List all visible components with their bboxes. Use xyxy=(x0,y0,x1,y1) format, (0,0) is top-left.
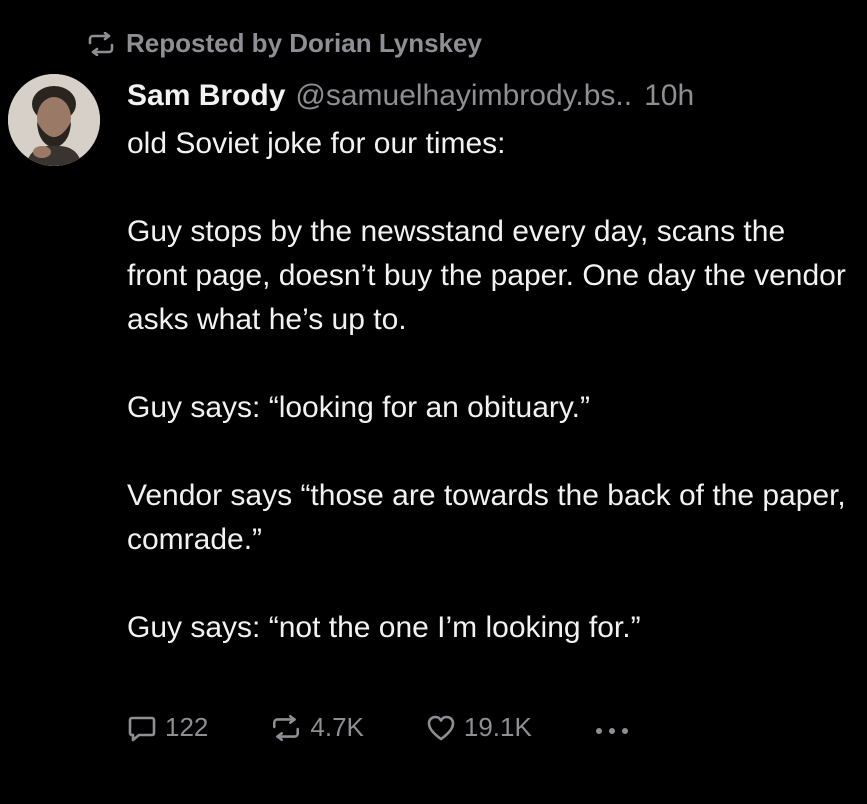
author-handle[interactable]: @samuelhayimbrody.bs.. xyxy=(295,76,632,116)
reply-button[interactable]: 122 xyxy=(127,712,208,743)
avatar[interactable] xyxy=(8,74,100,166)
repost-indicator: Reposted by Dorian Lynskey xyxy=(86,28,482,59)
post-paragraph: Guy says: “not the one I’m looking for.” xyxy=(127,611,641,644)
post-timestamp[interactable]: 10h xyxy=(644,76,694,116)
post-paragraph: old Soviet joke for our times: xyxy=(127,127,506,160)
repost-icon xyxy=(86,31,116,56)
post-body: old Soviet joke for our times: Guy stops… xyxy=(127,122,847,650)
repost-count: 4.7K xyxy=(310,712,364,742)
post-paragraph: Vendor says “those are towards the back … xyxy=(127,479,846,556)
more-options-button[interactable] xyxy=(594,712,630,743)
like-count: 19.1K xyxy=(463,712,532,742)
post-actions: 122 4.7K 19.1K xyxy=(127,712,630,743)
post-header: Sam Brody @samuelhayimbrody.bs.. 10h xyxy=(127,76,847,116)
like-button[interactable]: 19.1K xyxy=(426,712,532,743)
heart-icon xyxy=(426,714,456,742)
repost-label[interactable]: Reposted by Dorian Lynskey xyxy=(126,28,482,59)
post-paragraph: Guy stops by the newsstand every day, sc… xyxy=(127,215,846,336)
repost-button[interactable]: 4.7K xyxy=(270,712,364,743)
avatar-photo xyxy=(8,74,100,166)
reply-icon xyxy=(127,713,157,743)
post[interactable]: Sam Brody @samuelhayimbrody.bs.. 10h old… xyxy=(127,76,847,650)
reply-count: 122 xyxy=(165,712,209,742)
repost-icon xyxy=(270,714,302,742)
post-paragraph: Guy says: “looking for an obituary.” xyxy=(127,391,590,424)
more-dots-icon xyxy=(594,712,630,743)
author-name[interactable]: Sam Brody xyxy=(127,76,285,116)
